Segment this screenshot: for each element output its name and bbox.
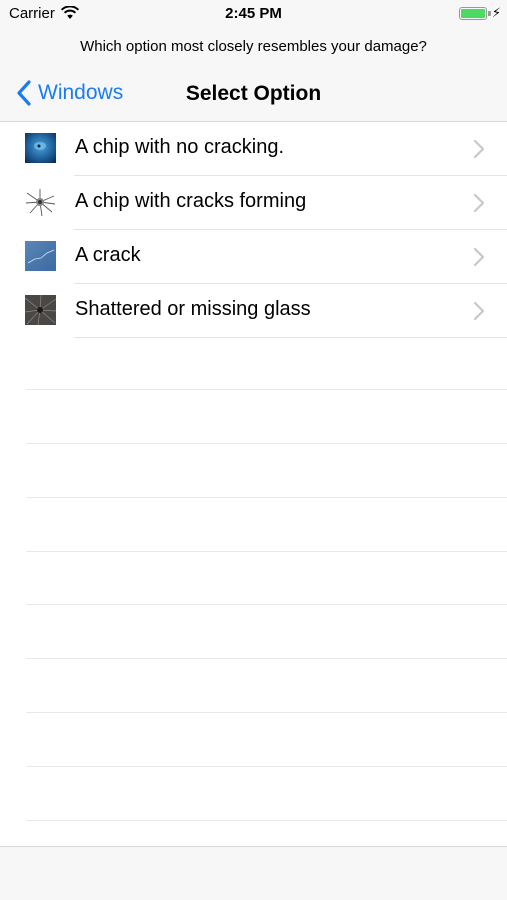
row-separator — [26, 766, 507, 767]
battery-icon — [459, 7, 487, 20]
crack-image — [25, 241, 56, 271]
option-label: A crack — [75, 244, 141, 266]
list-item[interactable]: Shattered or missing glass — [0, 284, 507, 338]
row-separator — [26, 551, 507, 552]
list-item[interactable]: A crack — [0, 230, 507, 284]
navigation-bar: Windows Select Option — [0, 66, 507, 122]
row-separator — [26, 389, 507, 390]
chevron-right-icon — [473, 247, 485, 267]
row-separator — [26, 820, 507, 821]
shattered-glass-image — [25, 295, 56, 325]
bottom-toolbar — [0, 846, 507, 900]
row-separator — [26, 443, 507, 444]
chip-cracks-forming-image — [25, 187, 56, 217]
prompt-bar: Which option most closely resembles your… — [0, 28, 507, 66]
list-item[interactable]: A chip with no cracking. — [0, 122, 507, 176]
chevron-right-icon — [473, 193, 485, 213]
list-item[interactable]: A chip with cracks forming — [0, 176, 507, 230]
row-separator — [26, 712, 507, 713]
chevron-right-icon — [473, 139, 485, 159]
option-label: A chip with cracks forming — [75, 190, 307, 212]
option-list: A chip with no cracking. A chip with cra… — [0, 122, 507, 338]
option-label: A chip with no cracking. — [75, 136, 284, 158]
clock: 2:45 PM — [225, 5, 282, 22]
battery-tip — [488, 11, 491, 16]
row-separator — [26, 658, 507, 659]
status-bar: Carrier 2:45 PM ⚡ — [0, 0, 507, 28]
page-title: Select Option — [185, 82, 322, 105]
prompt-text: Which option most closely resembles your… — [80, 38, 427, 55]
charging-bolt-icon: ⚡ — [491, 5, 501, 20]
row-separator — [26, 604, 507, 605]
option-label: Shattered or missing glass — [75, 298, 311, 320]
row-separator — [26, 497, 507, 498]
chevron-right-icon — [473, 301, 485, 321]
chip-no-crack-image — [25, 133, 56, 163]
